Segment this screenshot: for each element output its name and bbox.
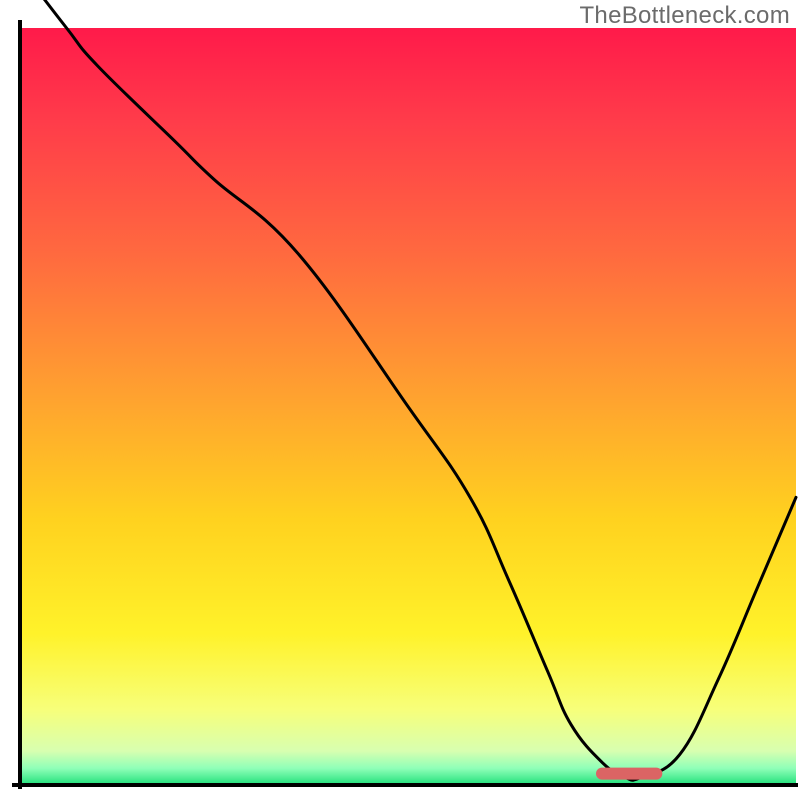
bottleneck-chart: TheBottleneck.com <box>0 0 800 800</box>
watermark-text: TheBottleneck.com <box>579 2 790 30</box>
chart-svg <box>0 0 800 800</box>
